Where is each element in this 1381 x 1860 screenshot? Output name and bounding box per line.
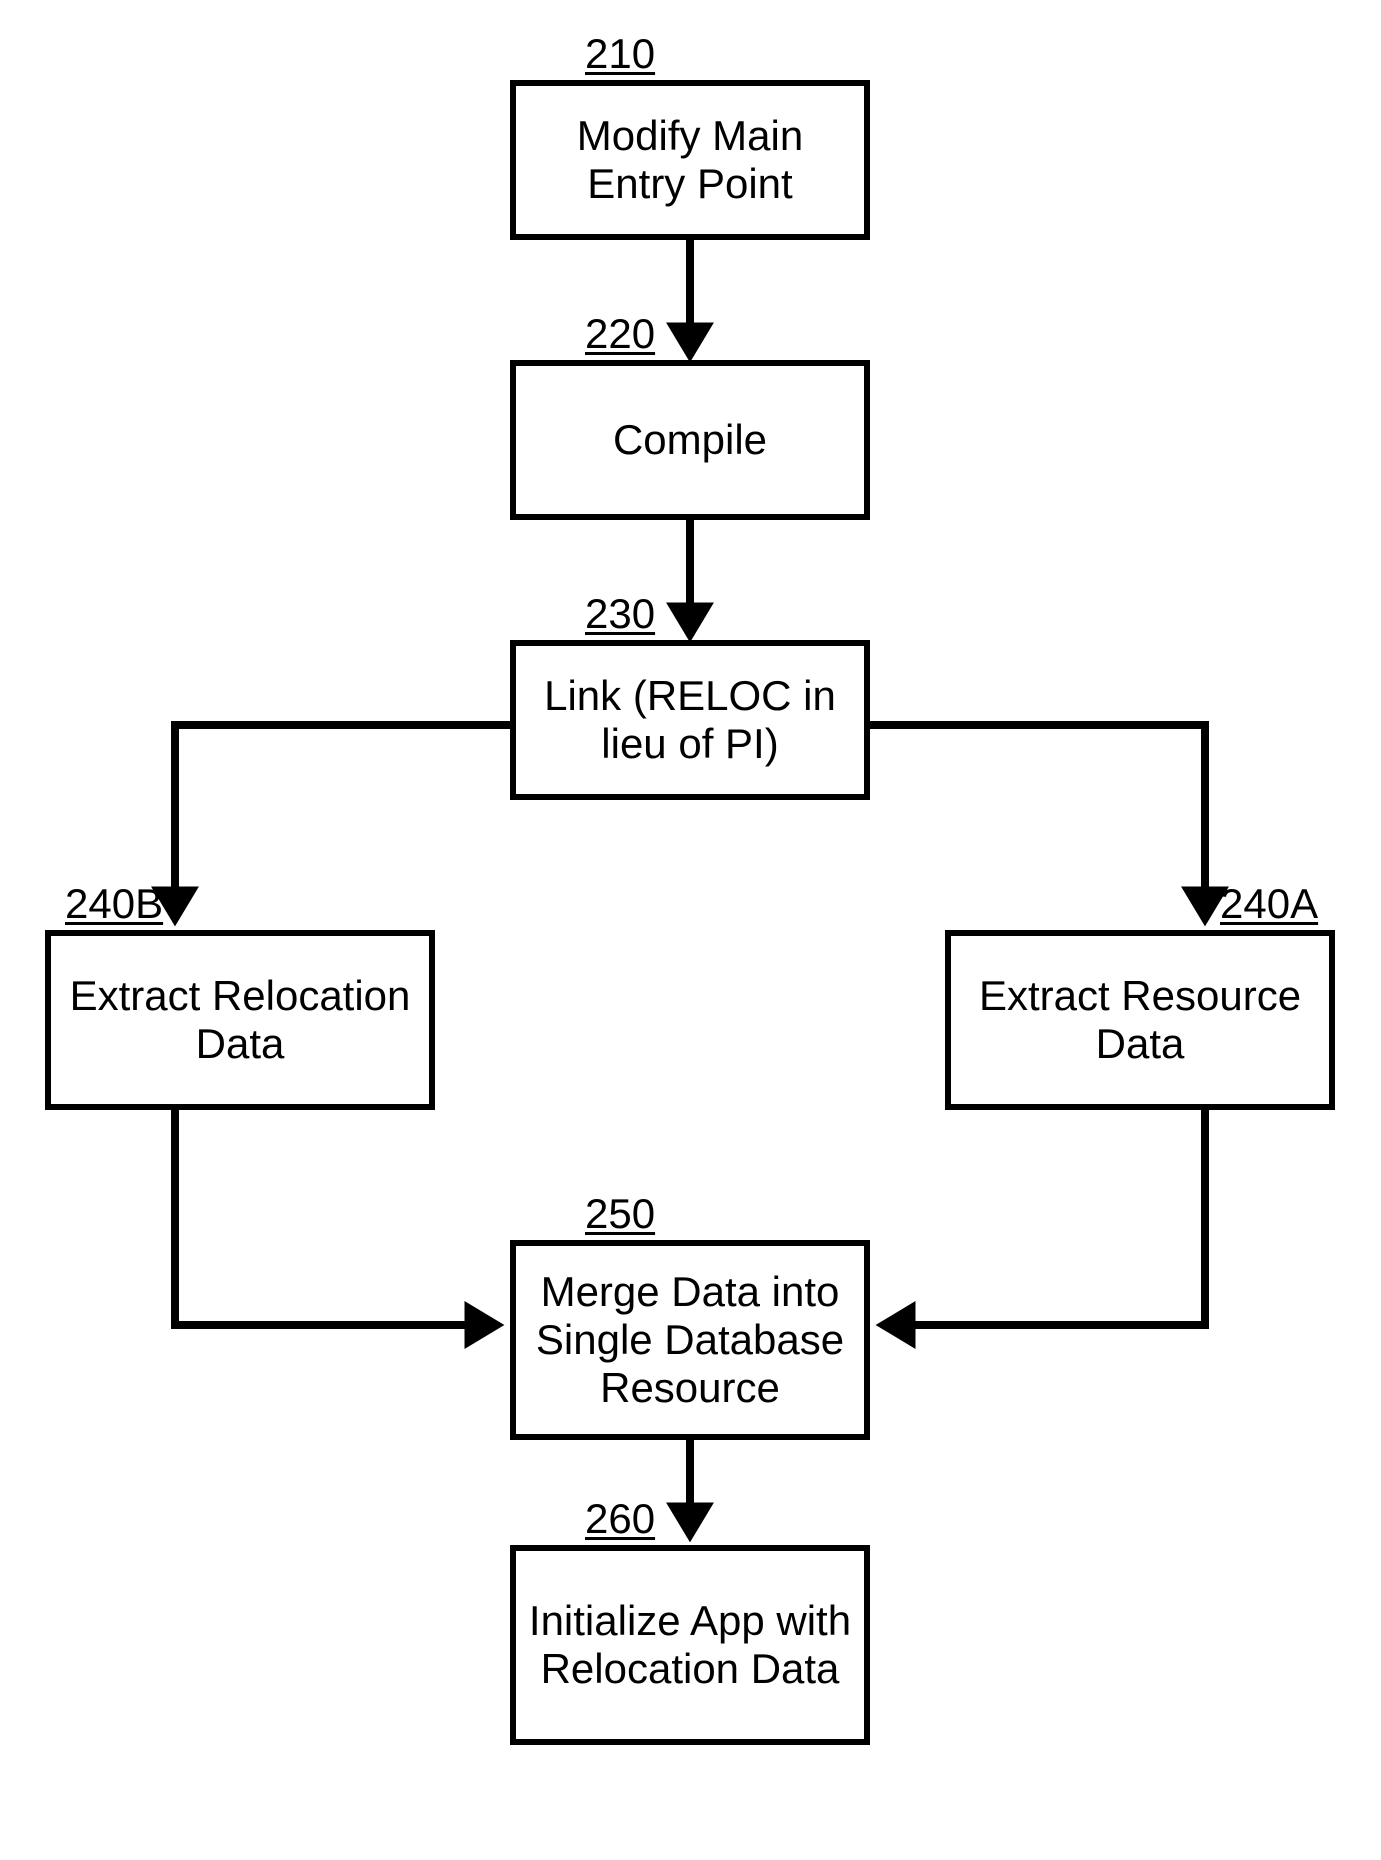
node-210: Modify Main Entry Point (510, 80, 870, 240)
node-240B-text: Extract Relocation Data (61, 972, 419, 1069)
edge-240A-250 (882, 1110, 1205, 1325)
node-240A-id: 240A (1220, 880, 1318, 928)
node-250-text: Merge Data into Single Database Resource (526, 1268, 854, 1413)
node-210-id: 210 (585, 30, 655, 78)
node-230-text: Link (RELOC in lieu of PI) (526, 672, 854, 769)
node-220: Compile (510, 360, 870, 520)
node-260-id: 260 (585, 1495, 655, 1543)
node-250-id: 250 (585, 1190, 655, 1238)
node-220-id: 220 (585, 310, 655, 358)
node-260: Initialize App with Relocation Data (510, 1545, 870, 1745)
edge-230-240B (175, 725, 510, 920)
node-260-text: Initialize App with Relocation Data (526, 1597, 854, 1694)
node-240B: Extract Relocation Data (45, 930, 435, 1110)
edge-240B-250 (175, 1110, 498, 1325)
node-230: Link (RELOC in lieu of PI) (510, 640, 870, 800)
node-220-text: Compile (613, 416, 767, 464)
node-230-id: 230 (585, 590, 655, 638)
node-240A-text: Extract Resource Data (961, 972, 1319, 1069)
edge-230-240A (870, 725, 1205, 920)
node-240A: Extract Resource Data (945, 930, 1335, 1110)
node-210-text: Modify Main Entry Point (526, 112, 854, 209)
node-240B-id: 240B (65, 880, 163, 928)
node-250: Merge Data into Single Database Resource (510, 1240, 870, 1440)
